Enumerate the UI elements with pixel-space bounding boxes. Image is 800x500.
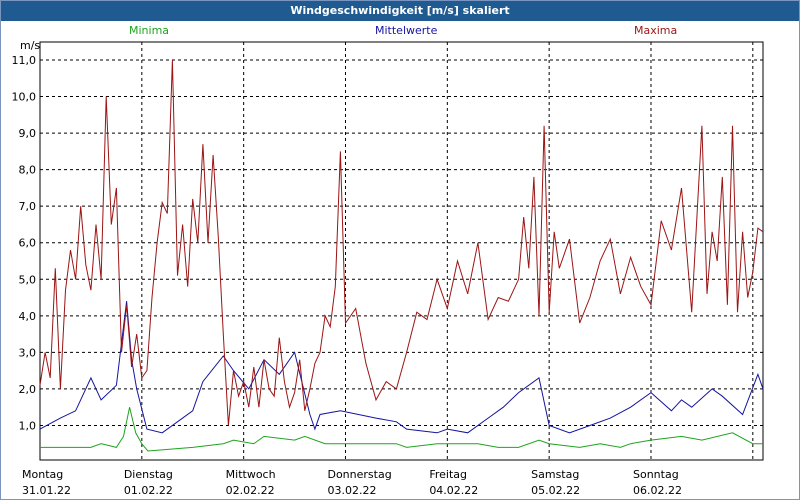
y-tick-label: 1,0 (19, 419, 37, 432)
day-name-label: Montag (22, 468, 63, 481)
day-date-label: 03.02.22 (327, 484, 376, 497)
y-tick-label: 10,0 (12, 91, 37, 104)
y-tick-label: 2,0 (19, 383, 37, 396)
day-name-label: Samstag (531, 468, 579, 481)
day-name-label: Mittwoch (226, 468, 276, 481)
day-name-label: Freitag (429, 468, 467, 481)
y-tick-label: 8,0 (19, 164, 37, 177)
day-date-label: 05.02.22 (531, 484, 580, 497)
day-name-label: Dienstag (124, 468, 173, 481)
y-tick-label: 7,0 (19, 200, 37, 213)
y-tick-label: 5,0 (19, 273, 37, 286)
series-line-mittelwerte (39, 301, 764, 434)
y-tick-label: 11,0 (12, 54, 37, 67)
y-tick-label: 3,0 (19, 346, 37, 359)
y-tick-label: 9,0 (19, 127, 37, 140)
day-date-label: 31.01.22 (22, 484, 71, 497)
plot-area (39, 41, 764, 461)
day-date-label: 02.02.22 (226, 484, 275, 497)
day-name-label: Sonntag (633, 468, 679, 481)
y-tick-label: 4,0 (19, 310, 37, 323)
day-date-label: 06.02.22 (633, 484, 682, 497)
y-tick-label: 6,0 (19, 237, 37, 250)
day-name-label: Donnerstag (327, 468, 391, 481)
wind-speed-chart: 1,0 2,0 3,0 4,0 5,0 6,0 7,0 8,0 9,0 10,0 11,0 Monta… (12, 41, 764, 497)
day-date-label: 01.02.22 (124, 484, 173, 497)
day-date-label: 04.02.22 (429, 484, 478, 497)
